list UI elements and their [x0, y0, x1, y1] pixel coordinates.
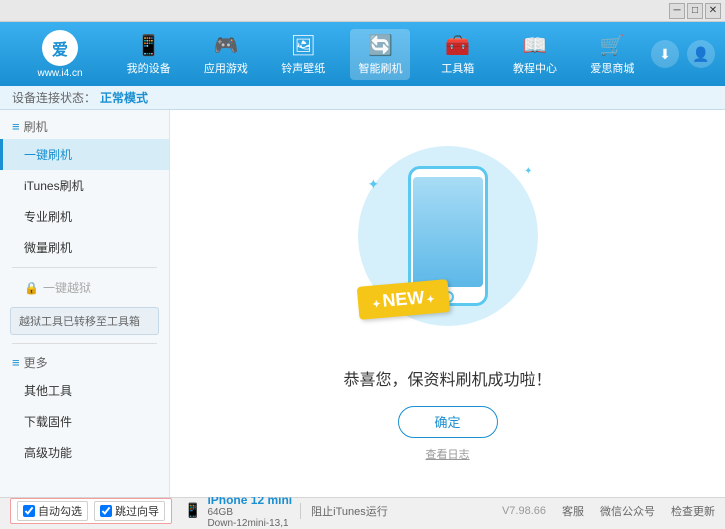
nav-my-device[interactable]: 📱 我的设备: [119, 29, 179, 80]
jailbreak-info-text: 越狱工具已转移至工具箱: [19, 316, 140, 328]
bottom-left: 自动勾选 跳过向导 📱 iPhone 12 mini 64GB Down-12m…: [10, 493, 502, 529]
wechat-link[interactable]: 微信公众号: [600, 503, 655, 519]
ringtone-icon: 🖼: [291, 33, 316, 58]
apps-games-icon: 🎮: [213, 33, 238, 58]
logo-icon: 爱: [42, 30, 78, 66]
sidebar-more-header: ≡ 更多: [0, 348, 169, 375]
flash-section-label: 刷机: [24, 118, 48, 135]
user-button[interactable]: 👤: [687, 40, 715, 68]
sidebar-jailbreak-disabled: 🔒 一键越狱: [0, 272, 169, 303]
auto-connect-checkbox[interactable]: [23, 505, 35, 517]
jailbreak-label: 一键越狱: [43, 279, 91, 296]
sidebar-item-other-tools[interactable]: 其他工具: [0, 375, 169, 406]
nav-ringtone-label: 铃声壁纸: [281, 60, 325, 76]
logo-area: 爱 www.i4.cn: [10, 30, 110, 79]
sidebar-item-advanced[interactable]: 高级功能: [0, 437, 169, 468]
advanced-label: 高级功能: [24, 446, 72, 460]
device-details: iPhone 12 mini 64GB Down-12mini-13,1: [207, 493, 292, 529]
tutorial-icon: 📖: [523, 33, 548, 58]
smart-flash-icon: 🔄: [368, 33, 393, 58]
nav-ringtone[interactable]: 🖼 铃声壁纸: [273, 29, 333, 80]
sidebar-item-one-key-flash[interactable]: 一键刷机: [0, 139, 169, 170]
confirm-button[interactable]: 确定: [398, 406, 498, 438]
sidebar-jailbreak-info: 越狱工具已转移至工具箱: [10, 307, 159, 335]
version-text: V7.98.66: [502, 505, 546, 517]
download-firmware-label: 下载固件: [24, 415, 72, 429]
nav-items: 📱 我的设备 🎮 应用游戏 🖼 铃声壁纸 🔄 智能刷机 🧰 工具箱 📖 教程中心…: [110, 29, 651, 80]
bottom-right: V7.98.66 客服 微信公众号 检查更新: [502, 503, 715, 519]
sparkle-icon-tl: ✦: [368, 176, 380, 193]
more-section-label: 更多: [24, 354, 48, 371]
sidebar: ≡ 刷机 一键刷机 iTunes刷机 专业刷机 微量刷机 🔒 一键越狱 越狱工具…: [0, 110, 170, 497]
status-value: 正常模式: [100, 89, 148, 106]
skip-wizard-checkbox-label[interactable]: 跳过向导: [94, 501, 165, 521]
phone-illustration: ✦ ✦ NEW: [348, 146, 548, 346]
nav-right: ⬇ 👤: [651, 40, 715, 68]
customer-service-link[interactable]: 客服: [562, 503, 584, 519]
show-today-link[interactable]: 查看日志: [426, 446, 470, 462]
itunes-flash-label: iTunes刷机: [24, 179, 84, 193]
pro-flash-label: 专业刷机: [24, 210, 72, 224]
sidebar-divider-1: [12, 267, 157, 268]
check-update-link[interactable]: 检查更新: [671, 503, 715, 519]
nav-toolbox-label: 工具箱: [441, 60, 474, 76]
nav-tutorial[interactable]: 📖 教程中心: [505, 29, 565, 80]
device-info: 📱 iPhone 12 mini 64GB Down-12mini-13,1: [184, 493, 292, 529]
sidebar-flash-header: ≡ 刷机: [0, 110, 169, 139]
device-icon: 📱: [184, 502, 201, 519]
auto-connect-label: 自动勾选: [38, 503, 82, 519]
maximize-button[interactable]: □: [687, 3, 703, 19]
sidebar-item-pro-flash[interactable]: 专业刷机: [0, 201, 169, 232]
device-storage: 64GB: [207, 507, 292, 518]
nav-apps-games-label: 应用游戏: [204, 60, 248, 76]
auto-connect-checkbox-label[interactable]: 自动勾选: [17, 501, 88, 521]
micro-flash-label: 微量刷机: [24, 241, 72, 255]
skip-wizard-label: 跳过向导: [115, 503, 159, 519]
nav-fans-city-label: 爱思商城: [590, 60, 634, 76]
main-content: ✦ ✦ NEW 恭喜您，保资料刷机成功啦！ 确定 查看日志: [170, 110, 725, 497]
toolbox-icon: 🧰: [445, 33, 470, 58]
more-section-icon: ≡: [12, 355, 20, 370]
main-area: ≡ 刷机 一键刷机 iTunes刷机 专业刷机 微量刷机 🔒 一键越狱 越狱工具…: [0, 110, 725, 497]
sparkle-icon-tr: ✦: [524, 166, 532, 177]
sidebar-item-itunes-flash[interactable]: iTunes刷机: [0, 170, 169, 201]
nav-tutorial-label: 教程中心: [513, 60, 557, 76]
sidebar-divider-2: [12, 343, 157, 344]
download-button[interactable]: ⬇: [651, 40, 679, 68]
sidebar-item-download-firmware[interactable]: 下载固件: [0, 406, 169, 437]
phone-screen: [413, 177, 483, 287]
success-message: 恭喜您，保资料刷机成功啦！: [343, 366, 551, 390]
nav-toolbox[interactable]: 🧰 工具箱: [428, 29, 488, 80]
nav-smart-flash-label: 智能刷机: [358, 60, 402, 76]
one-key-flash-label: 一键刷机: [24, 148, 72, 162]
nav-my-device-label: 我的设备: [127, 60, 171, 76]
nav-apps-games[interactable]: 🎮 应用游戏: [196, 29, 256, 80]
fans-city-icon: 🛒: [600, 33, 625, 58]
flash-section-icon: ≡: [12, 119, 20, 134]
checkbox-section: 自动勾选 跳过向导: [10, 498, 172, 524]
minimize-button[interactable]: ─: [669, 3, 685, 19]
status-bar: 设备连接状态： 正常模式: [0, 86, 725, 110]
status-label: 设备连接状态：: [12, 89, 96, 106]
bottom-bar: 自动勾选 跳过向导 📱 iPhone 12 mini 64GB Down-12m…: [0, 497, 725, 523]
close-button[interactable]: ✕: [705, 3, 721, 19]
top-nav: 爱 www.i4.cn 📱 我的设备 🎮 应用游戏 🖼 铃声壁纸 🔄 智能刷机 …: [0, 22, 725, 86]
lock-icon: 🔒: [24, 281, 39, 295]
other-tools-label: 其他工具: [24, 384, 72, 398]
device-firmware: Down-12mini-13,1: [207, 518, 292, 529]
nav-smart-flash[interactable]: 🔄 智能刷机: [350, 29, 410, 80]
nav-fans-city[interactable]: 🛒 爱思商城: [582, 29, 642, 80]
stop-itunes-button[interactable]: 阻止iTunes运行: [300, 503, 388, 519]
sidebar-item-micro-flash[interactable]: 微量刷机: [0, 232, 169, 263]
title-bar: ─ □ ✕: [0, 0, 725, 22]
my-device-icon: 📱: [136, 33, 161, 58]
logo-site: www.i4.cn: [37, 68, 82, 79]
skip-wizard-checkbox[interactable]: [100, 505, 112, 517]
